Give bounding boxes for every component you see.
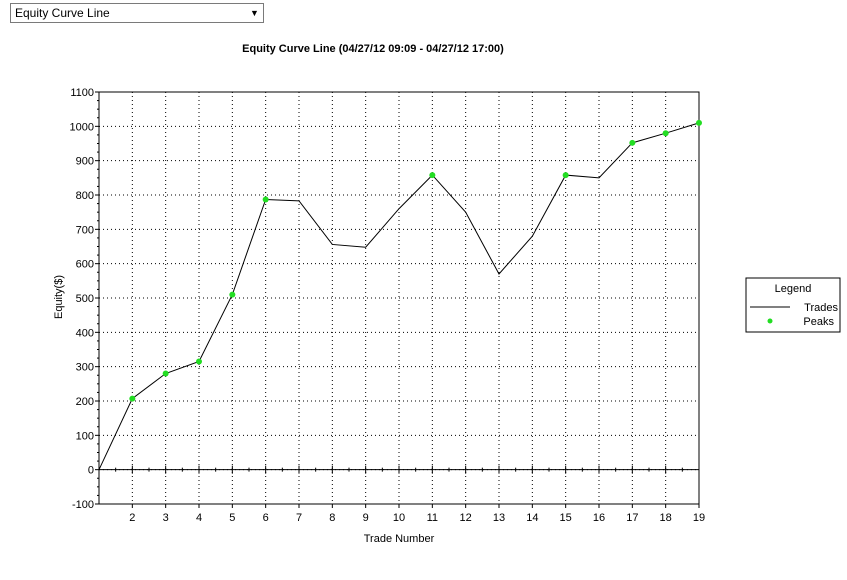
- x-tick-label: 2: [129, 512, 135, 524]
- y-tick-label: 800: [76, 190, 94, 202]
- series-layer: [98, 119, 702, 470]
- peak-point: [429, 172, 436, 179]
- grid-lines: [98, 92, 700, 504]
- x-tick-label: 8: [329, 512, 335, 524]
- y-tick-label: 0: [88, 465, 94, 477]
- peak-point: [696, 119, 702, 126]
- x-tick-label: 12: [460, 512, 472, 524]
- y-tick-label: 300: [76, 362, 94, 374]
- x-axis-label: Trade Number: [364, 533, 435, 545]
- peak-point: [629, 139, 636, 146]
- y-tick-label: 400: [76, 327, 94, 339]
- x-tick-label: 17: [626, 512, 638, 524]
- y-tick-label: 200: [76, 396, 94, 408]
- legend-trades-label: Trades: [804, 302, 838, 314]
- legend: Legend Trades Peaks: [745, 277, 841, 333]
- x-tick-label: 3: [163, 512, 169, 524]
- peak-point: [662, 130, 669, 137]
- x-tick-label: 15: [560, 512, 572, 524]
- y-tick-label: 700: [76, 224, 94, 236]
- x-tick-label: 11: [427, 512, 438, 524]
- x-tick-label: 9: [363, 512, 369, 524]
- x-tick-label: 10: [393, 512, 405, 524]
- peak-point: [196, 358, 202, 365]
- y-tick-label: 100: [76, 430, 94, 442]
- legend-peaks-label: Peaks: [803, 316, 834, 328]
- x-tick-label: 7: [296, 512, 302, 524]
- chart-title: Equity Curve Line (04/27/12 09:09 - 04/2…: [242, 43, 504, 55]
- x-tick-label: 19: [693, 512, 705, 524]
- x-tick-label: 18: [660, 512, 672, 524]
- peak-point: [229, 291, 236, 298]
- legend-peaks-swatch: [767, 318, 773, 324]
- y-axis: -100 0 100 200 300 400 500 600 700 800 900 1000 1100: [70, 87, 99, 511]
- x-tick-label: 4: [196, 512, 202, 524]
- x-tick-label: 6: [263, 512, 269, 524]
- x-tick-label: 5: [229, 512, 235, 524]
- x-tick-label: 14: [526, 512, 538, 524]
- x-tick-label: 13: [493, 512, 505, 524]
- y-tick-label: 1100: [70, 87, 94, 99]
- peak-point: [162, 370, 169, 377]
- legend-title: Legend: [775, 283, 812, 295]
- x-axis: 2 3 4 5 6 7 8 9 10 11 12 13 14 15 16 17 18 19: [129, 504, 705, 524]
- y-tick-label: -100: [72, 499, 94, 511]
- y-axis-label: Equity($): [53, 275, 65, 319]
- peak-point: [562, 172, 569, 179]
- peak-point: [129, 395, 136, 402]
- equity-chart: Equity Curve Line (04/27/12 09:09 - 04/2…: [53, 43, 841, 545]
- y-tick-label: 600: [76, 259, 94, 271]
- x-tick-label: 16: [593, 512, 605, 524]
- y-tick-label: 500: [76, 293, 94, 305]
- y-tick-label: 1000: [70, 121, 94, 133]
- peak-point: [262, 196, 269, 203]
- y-tick-label: 900: [76, 156, 94, 168]
